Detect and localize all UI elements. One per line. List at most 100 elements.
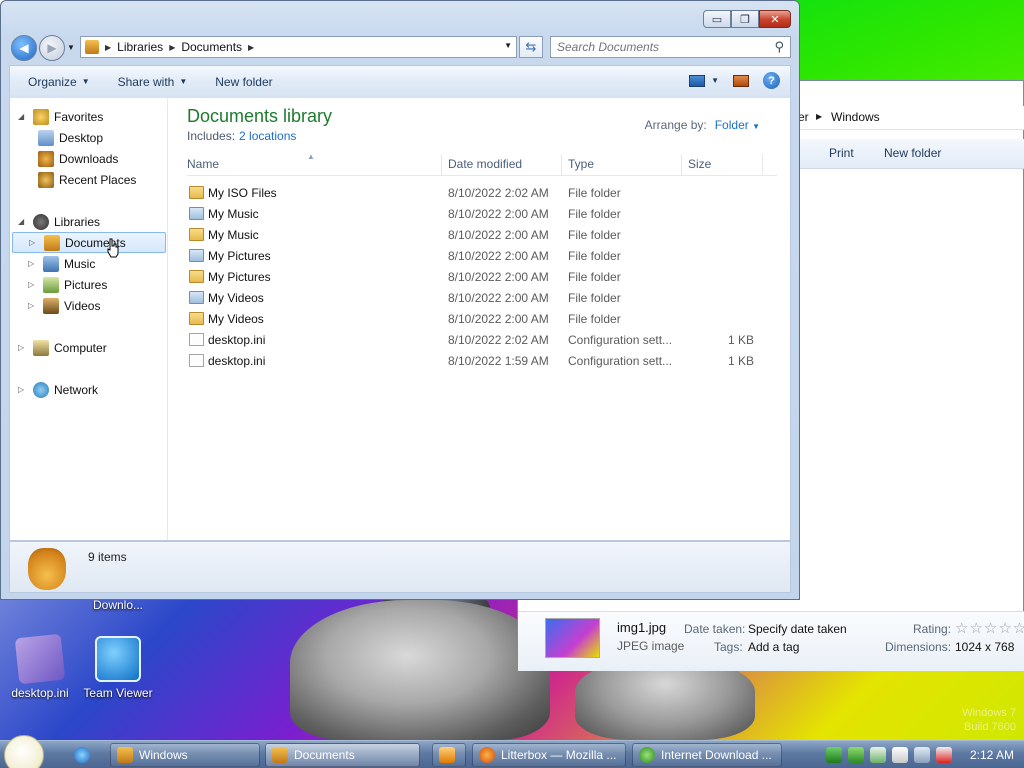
arrange-by: Arrange by: Folder ▼ (644, 118, 760, 132)
expanded-triangle-icon: ◢ (18, 217, 25, 226)
file-list-pane[interactable]: Documents library Includes: 2 locations A… (169, 98, 790, 540)
collapsed-triangle-icon: ▷ (29, 238, 36, 247)
close-button[interactable]: ✕ (759, 10, 791, 28)
recent-pages-dropdown[interactable]: ▼ (67, 43, 75, 52)
date-taken-field[interactable]: Specify date taken (748, 622, 847, 636)
pictures-icon (43, 276, 59, 293)
nav-documents[interactable]: ▷ Documents (12, 232, 166, 253)
desktop-icon-teamviewer[interactable]: Team Viewer (78, 636, 158, 700)
internet-download-manager-icon (639, 747, 655, 763)
file-row[interactable]: My ISO Files 8/10/2022 2:02 AM File fold… (187, 183, 777, 204)
file-row[interactable]: My Music 8/10/2022 2:00 AM File folder (187, 225, 777, 246)
taskbar-button-media[interactable] (432, 743, 466, 767)
nav-videos[interactable]: ▷ Videos (28, 295, 100, 316)
file-row[interactable]: My Videos 8/10/2022 2:00 AM File folder (187, 288, 777, 309)
navigation-pane[interactable]: ◢ Favorites Desktop Downloads Recent Pla… (10, 98, 168, 540)
back-button[interactable]: ◀ (11, 35, 37, 61)
teamviewer-icon (95, 636, 141, 682)
folder-icon (189, 186, 204, 199)
nav-favorites[interactable]: ◢ Favorites (18, 106, 103, 127)
column-header-size[interactable]: Size (688, 157, 758, 175)
nav-desktop[interactable]: Desktop (38, 127, 103, 148)
locked-folder-icon (189, 270, 204, 283)
rating-stars[interactable]: ☆☆☆☆☆ (955, 619, 1024, 637)
breadcrumb-libraries[interactable]: Libraries (111, 40, 169, 54)
taskbar-clock[interactable]: 2:12 AM (970, 748, 1014, 762)
help-button[interactable]: ? (763, 72, 780, 89)
locations-link[interactable]: 2 locations (239, 129, 296, 143)
taskbar-button-windows[interactable]: Windows (110, 743, 260, 767)
desktop-icon-downloads[interactable]: Downlo... (78, 598, 158, 612)
column-header-row: ▲ Name Date modified Type Size (187, 152, 777, 176)
taskbar-button-idm[interactable]: Internet Download ... (632, 743, 782, 767)
change-view-button[interactable]: ▼ (689, 74, 719, 87)
chevron-down-icon: ▼ (711, 76, 719, 85)
documents-icon (272, 747, 288, 763)
nav-libraries[interactable]: ◢ Libraries (18, 211, 100, 232)
address-bar[interactable]: ▶ Libraries ▶ Documents ▶ ▼ (80, 36, 517, 58)
desktop-icon-desktop-ini[interactable]: desktop.ini (0, 633, 80, 700)
nav-computer[interactable]: ▷ Computer (18, 337, 107, 358)
status-bar: 9 items (9, 541, 791, 593)
column-header-date-modified[interactable]: Date modified (448, 157, 558, 175)
security-shield-icon[interactable] (869, 747, 886, 763)
view-icon (689, 74, 706, 87)
print-button[interactable]: Print (829, 146, 854, 160)
ini-file-icon (189, 333, 204, 346)
file-row[interactable]: desktop.ini 8/10/2022 1:59 AM Configurat… (187, 351, 777, 372)
folder-icon (117, 747, 133, 763)
file-row[interactable]: desktop.ini 8/10/2022 2:02 AM Configurat… (187, 330, 777, 351)
file-row[interactable]: My Pictures 8/10/2022 2:00 AM File folde… (187, 246, 777, 267)
address-history-dropdown[interactable]: ▼ (504, 41, 512, 50)
new-folder-button[interactable]: New folder (205, 75, 282, 89)
desktop-icon-label: Downlo... (92, 598, 144, 612)
taskbar-ie-button[interactable] (68, 743, 96, 767)
organize-button[interactable]: Organize ▼ (18, 75, 100, 89)
sync-tray-icon[interactable] (847, 747, 864, 763)
volume-muted-icon[interactable] (935, 747, 952, 763)
breadcrumb-separator-icon: ▶ (816, 112, 823, 121)
action-center-flag-icon[interactable] (891, 747, 908, 763)
network-icon (33, 381, 49, 398)
nav-pictures[interactable]: ▷ Pictures (28, 274, 107, 295)
search-input[interactable] (557, 40, 775, 54)
tags-field[interactable]: Add a tag (748, 640, 799, 654)
nav-network[interactable]: ▷ Network (18, 379, 98, 400)
firefox-icon (479, 747, 495, 763)
nav-recent-places[interactable]: Recent Places (38, 169, 136, 190)
maximize-button[interactable]: ❐ (731, 10, 759, 28)
image-thumbnail (545, 618, 600, 658)
refresh-button[interactable]: ⇆ (519, 36, 543, 58)
column-header-type[interactable]: Type (568, 157, 678, 175)
file-row[interactable]: My Videos 8/10/2022 2:00 AM File folder (187, 309, 777, 330)
nav-music[interactable]: ▷ Music (28, 253, 95, 274)
nav-downloads[interactable]: Downloads (38, 148, 118, 169)
minimize-button[interactable]: ▭ (703, 10, 731, 28)
ini-file-icon (14, 633, 66, 685)
explorer-window-documents[interactable]: ▭ ❐ ✕ ◀ ▶ ▼ ▶ Libraries ▶ Documents ▶ ▼ … (0, 0, 800, 600)
forward-arrow-icon: ▶ (47, 41, 57, 55)
start-button[interactable] (4, 735, 44, 768)
network-tray-icon[interactable] (913, 747, 930, 763)
arrange-by-dropdown[interactable]: Folder (715, 118, 749, 132)
forward-button[interactable]: ▶ (39, 35, 65, 61)
taskbar: Windows Documents Litterbox — Mozilla ..… (0, 735, 1024, 768)
share-with-button[interactable]: Share with ▼ (108, 75, 198, 89)
search-box[interactable]: ⚲ (550, 36, 791, 58)
background-new-folder-button[interactable]: New folder (884, 146, 941, 160)
breadcrumb-documents[interactable]: Documents (175, 40, 248, 54)
libraries-icon (33, 213, 49, 230)
column-header-name[interactable]: Name (187, 157, 437, 175)
preview-pane-button[interactable] (733, 74, 749, 87)
taskbar-button-documents[interactable]: Documents (265, 743, 420, 767)
collapsed-triangle-icon: ▷ (18, 343, 25, 352)
library-title: Documents library (187, 106, 333, 126)
file-row[interactable]: My Music 8/10/2022 2:00 AM File folder (187, 204, 777, 225)
desktop-icon-label: Team Viewer (83, 686, 153, 700)
background-breadcrumb-windows[interactable]: Windows (831, 110, 880, 124)
file-row[interactable]: My Pictures 8/10/2022 2:00 AM File folde… (187, 267, 777, 288)
download-tray-icon[interactable] (825, 747, 842, 763)
downloads-icon (38, 150, 54, 167)
music-icon (43, 255, 59, 272)
taskbar-button-firefox[interactable]: Litterbox — Mozilla ... (472, 743, 626, 767)
